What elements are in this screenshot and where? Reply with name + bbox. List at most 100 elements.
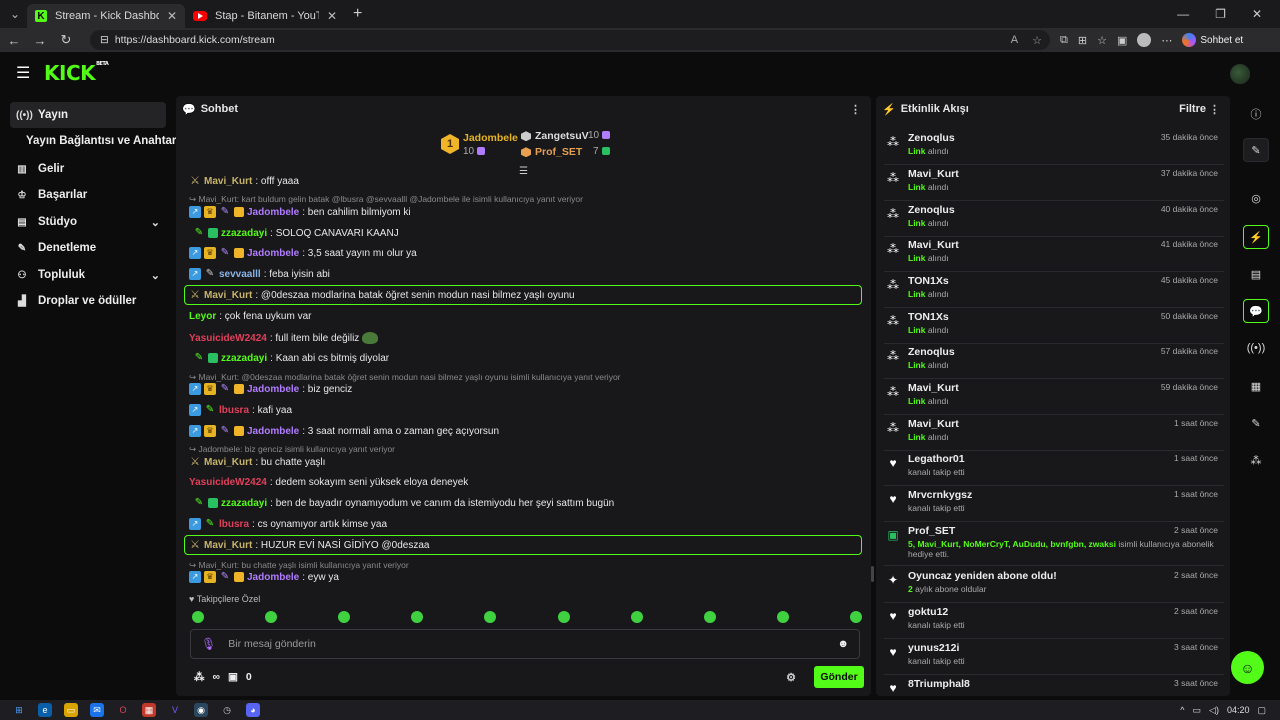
- profile-avatar-icon[interactable]: [1137, 33, 1152, 47]
- emote-icon[interactable]: [776, 611, 789, 623]
- feed-item[interactable]: ⁂ Mavi_Kurt Link alındı 1 saat önce: [884, 415, 1224, 451]
- emote-icon[interactable]: [630, 611, 643, 623]
- chat-message-input[interactable]: 🎙 Bir mesaj gönderin ☻: [190, 629, 860, 659]
- favorite-star-icon[interactable]: ☆: [1032, 34, 1042, 47]
- steam-icon[interactable]: ◉: [194, 703, 208, 717]
- chat-username[interactable]: zzazadayi: [221, 498, 267, 509]
- activity-lightning-icon[interactable]: ⚡: [1243, 225, 1269, 249]
- emote-icon[interactable]: [703, 611, 716, 623]
- outlook-icon[interactable]: ✉: [90, 703, 104, 717]
- chat-username[interactable]: Jadombele: [247, 426, 299, 437]
- network-icon[interactable]: ▭: [1193, 705, 1202, 716]
- opera-icon[interactable]: O: [116, 703, 130, 717]
- start-icon[interactable]: ⊞: [12, 703, 26, 717]
- emoji-picker-icon[interactable]: ☻: [837, 638, 849, 650]
- kick-logo[interactable]: KICKBETA: [44, 61, 109, 85]
- sidebar-item-topluluk[interactable]: ⚇ Topluluk ⌄: [10, 262, 166, 288]
- broadcast-rail-icon[interactable]: ((•)): [1243, 336, 1269, 360]
- extensions-icon[interactable]: ⧉: [1060, 34, 1068, 47]
- menu-icon[interactable]: ☰: [16, 63, 32, 83]
- more-icon[interactable]: ⋯: [1161, 34, 1172, 47]
- chat-username[interactable]: YasuicideW2424: [189, 333, 267, 344]
- emote-icon[interactable]: [338, 611, 351, 623]
- chat-username[interactable]: Mavi_Kurt: [204, 540, 252, 551]
- site-info-icon[interactable]: ⊟: [100, 34, 109, 46]
- emote-icon[interactable]: [411, 611, 424, 623]
- feed-item[interactable]: ⁂ TON1Xs Link alındı 50 dakika önce: [884, 308, 1224, 344]
- points-icon[interactable]: ⁂: [194, 671, 205, 683]
- collections-icon[interactable]: ▣: [1117, 34, 1127, 47]
- help-chat-button[interactable]: ☺: [1231, 651, 1264, 684]
- emote-icon[interactable]: [265, 611, 278, 623]
- user-avatar[interactable]: [1230, 64, 1250, 84]
- favorites-icon[interactable]: ☆: [1097, 34, 1107, 47]
- feed-item[interactable]: ⁂ Zenoqlus Link alındı 57 dakika önce: [884, 343, 1224, 379]
- leader-third-name[interactable]: Prof_SET: [521, 146, 582, 158]
- chat-options-icon[interactable]: ⋮: [850, 103, 861, 116]
- chat-username[interactable]: lbusra: [219, 405, 249, 416]
- reload-icon[interactable]: ↻: [58, 32, 74, 48]
- tab-youtube[interactable]: Stap - Bitanem - YouTube ✕: [185, 4, 345, 28]
- feed-item[interactable]: ⁂ Mavi_Kurt Link alındı 59 dakika önce: [884, 379, 1224, 415]
- chat-panel-icon[interactable]: 💬: [1243, 299, 1269, 323]
- leader-second-name[interactable]: ZangetsuV: [521, 130, 589, 142]
- chat-username[interactable]: sevvaalll: [219, 269, 261, 280]
- gift-box-icon[interactable]: ▣: [228, 671, 238, 683]
- emote-icon[interactable]: [557, 611, 570, 623]
- read-aloud-icon[interactable]: A: [1011, 34, 1018, 46]
- edge-icon[interactable]: e: [38, 703, 52, 717]
- split-screen-icon[interactable]: ⊞: [1078, 34, 1087, 47]
- vs-icon[interactable]: V: [168, 703, 182, 717]
- mod-wrench-icon[interactable]: ✎: [1243, 411, 1269, 435]
- sidebar-item-gelir[interactable]: ▥ Gelir: [10, 156, 166, 182]
- feed-item[interactable]: ⁂ Mavi_Kurt Link alındı 41 dakika önce: [884, 236, 1224, 272]
- emote-icon[interactable]: [192, 611, 204, 623]
- feed-item[interactable]: ⁂ TON1Xs Link alındı 45 dakika önce: [884, 272, 1224, 308]
- feed-item[interactable]: ✦ Oyuncaz yeniden abone oldu! 2 aylık abon…: [884, 567, 1224, 603]
- edit-pencil-icon[interactable]: ✎: [1243, 138, 1269, 162]
- chat-username[interactable]: Jadombele: [247, 384, 299, 395]
- feed-item[interactable]: ⁂ Zenoqlus Link alındı 40 dakika önce: [884, 201, 1224, 237]
- chat-username[interactable]: Jadombele: [247, 248, 299, 259]
- chat-username[interactable]: YasuicideW2424: [189, 477, 267, 488]
- microphone-icon[interactable]: 🎙: [201, 637, 216, 651]
- layout-icon[interactable]: ▦: [1243, 374, 1269, 398]
- tray-chevron-icon[interactable]: ^: [1180, 705, 1184, 715]
- file-explorer-icon[interactable]: ▭: [64, 703, 78, 717]
- close-tab-icon[interactable]: ✕: [167, 9, 177, 23]
- close-window-icon[interactable]: ✕: [1252, 7, 1262, 21]
- sidebar-item-denetleme[interactable]: ✎ Denetleme: [10, 235, 166, 261]
- send-button[interactable]: Gönder: [814, 666, 864, 688]
- address-bar[interactable]: ⊟ https://dashboard.kick.com/stream A ☆: [90, 30, 1050, 50]
- chat-username[interactable]: Mavi_Kurt: [204, 457, 252, 468]
- tab-actions-icon[interactable]: ⌄: [3, 2, 27, 26]
- copilot-button[interactable]: Sohbet et: [1182, 33, 1243, 47]
- clock-time[interactable]: 04:20: [1227, 705, 1250, 715]
- new-tab-icon[interactable]: +: [353, 5, 362, 23]
- chat-username[interactable]: zzazadayi: [221, 228, 267, 239]
- tab-kick-dashboard[interactable]: K Stream - Kick Dashboard ✕: [27, 4, 185, 28]
- volume-icon[interactable]: ◁): [1209, 705, 1219, 716]
- sidebar-item-basarilar[interactable]: ♔ Başarılar: [10, 182, 166, 208]
- sidebar-item-yayin[interactable]: ((•)) Yayın: [10, 102, 166, 128]
- minimize-icon[interactable]: —: [1177, 7, 1189, 21]
- sidebar-item-stream-key[interactable]: Yayın Bağlantısı ve Anahtarı: [26, 135, 180, 147]
- chat-username[interactable]: Leyor: [189, 311, 216, 322]
- feed-item[interactable]: ♥ yunus212i kanalı takip etti 3 saat önce: [884, 639, 1224, 675]
- share-icon[interactable]: ⁂: [1243, 448, 1269, 472]
- chat-username[interactable]: lbusra: [219, 519, 249, 530]
- app-icon[interactable]: ▦: [142, 703, 156, 717]
- emote-icon[interactable]: [484, 611, 497, 623]
- chat-username[interactable]: zzazadayi: [221, 353, 267, 364]
- feed-item[interactable]: ♥ Mrvcrnkygsz kanalı takip etti 1 saat önce: [884, 486, 1224, 522]
- sidebar-item-droplar[interactable]: ▟ Droplar ve ödüller: [10, 288, 166, 314]
- clock-app-icon[interactable]: ◷: [220, 703, 234, 717]
- feed-item[interactable]: ♥ goktu12 kanalı takip etti 2 saat önce: [884, 603, 1224, 639]
- settings-gear-icon[interactable]: ⚙: [786, 671, 796, 684]
- back-icon[interactable]: ←: [6, 33, 22, 48]
- emote-icon[interactable]: [849, 611, 862, 623]
- chat-username[interactable]: Jadombele: [247, 207, 299, 218]
- feed-item[interactable]: ♥ Legathor01 kanalı takip etti 1 saat önce: [884, 450, 1224, 486]
- chat-scrollbar[interactable]: [871, 566, 874, 582]
- close-tab-icon[interactable]: ✕: [327, 9, 337, 23]
